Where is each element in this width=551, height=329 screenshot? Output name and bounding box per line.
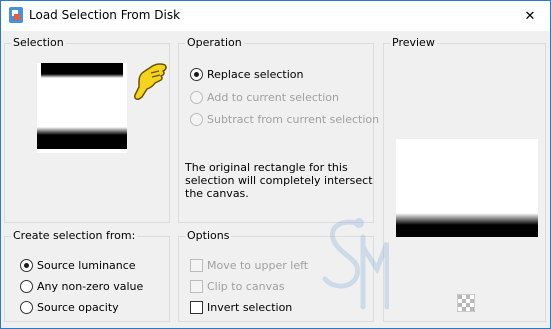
dialog-window: Load Selection From Disk ✕ Selection Ope… (0, 0, 551, 329)
checkbox (190, 279, 203, 293)
radio-subtract-from-selection: Subtract from current selection (190, 111, 379, 127)
radio-button (190, 90, 203, 104)
selection-thumbnail (37, 63, 127, 153)
radio-label: Any non-zero value (37, 279, 144, 293)
description-line: the canvas. (185, 187, 249, 200)
create-from-group: Create selection from: Source luminance … (4, 229, 170, 322)
window-title: Load Selection From Disk (29, 8, 181, 22)
transparency-toggle-icon[interactable] (456, 293, 476, 315)
dialog-client-area: Selection Operation Replace selection Ad… (1, 31, 550, 328)
radio-label: Replace selection (207, 67, 304, 81)
watermark-logo (317, 213, 390, 320)
radio-label: Source luminance (37, 258, 136, 272)
selection-group: Selection (4, 36, 170, 223)
options-group-title: Options (185, 229, 232, 243)
preview-group: Preview (383, 36, 546, 322)
radio-source-opacity[interactable]: Source opacity (20, 299, 119, 315)
checkbox-clip-to-canvas: Clip to canvas (190, 278, 285, 294)
radio-label: Add to current selection (207, 90, 339, 104)
create-from-group-title: Create selection from: (11, 229, 138, 243)
preview-image (396, 139, 538, 237)
description-line: selection will completely intersect (185, 174, 373, 187)
radio-add-to-selection: Add to current selection (190, 89, 339, 105)
radio-any-non-zero[interactable]: Any non-zero value (20, 278, 143, 294)
radio-button[interactable] (20, 300, 33, 314)
checkbox-invert-selection[interactable]: Invert selection (190, 299, 292, 315)
radio-label: Source opacity (37, 300, 119, 314)
radio-button[interactable] (190, 67, 203, 81)
checkbox (190, 258, 203, 272)
checkbox-label: Clip to canvas (207, 279, 285, 293)
radio-button[interactable] (20, 279, 33, 293)
operation-group-title: Operation (185, 36, 244, 50)
operation-description: The original rectangle for this selectio… (185, 161, 373, 200)
pointing-hand-icon (131, 61, 169, 106)
radio-replace-selection[interactable]: Replace selection (190, 66, 303, 82)
close-icon: ✕ (524, 8, 536, 24)
radio-label: Subtract from current selection (207, 112, 380, 126)
preview-group-title: Preview (390, 36, 437, 50)
title-bar: Load Selection From Disk ✕ (1, 1, 550, 31)
checkbox-move-to-upper-left: Move to upper left (190, 257, 308, 273)
radio-button[interactable] (20, 258, 33, 272)
selection-group-title: Selection (11, 36, 66, 50)
checkbox-label: Move to upper left (207, 258, 309, 272)
description-line: The original rectangle for this (185, 161, 348, 174)
operation-group: Operation Replace selection Add to curre… (178, 36, 379, 223)
radio-source-luminance[interactable]: Source luminance (20, 257, 136, 273)
checkbox[interactable] (190, 300, 203, 314)
checkbox-label: Invert selection (207, 300, 293, 314)
radio-button (190, 112, 203, 126)
close-button[interactable]: ✕ (510, 1, 550, 31)
app-icon (9, 7, 23, 23)
